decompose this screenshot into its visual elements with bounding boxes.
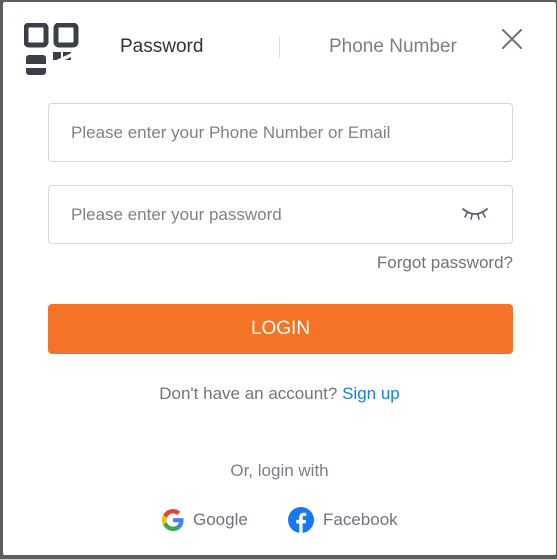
- signup-prompt-text: Don't have an account?: [159, 384, 338, 403]
- tab-password[interactable]: Password: [120, 36, 203, 58]
- facebook-login-button[interactable]: Facebook: [288, 507, 398, 533]
- forgot-password-link[interactable]: Forgot password?: [372, 253, 513, 273]
- close-icon[interactable]: [500, 27, 524, 51]
- social-login-heading: Or, login with: [230, 461, 329, 480]
- qr-code-icon[interactable]: [23, 22, 82, 81]
- google-label: Google: [193, 510, 248, 529]
- login-dialog: Password Phone Number Forgot password? L…: [3, 2, 556, 555]
- signup-prompt: Don't have an account? Sign up: [3, 384, 556, 404]
- signup-link[interactable]: Sign up: [342, 384, 400, 403]
- facebook-label: Facebook: [323, 510, 398, 529]
- google-icon: [162, 509, 184, 531]
- login-button[interactable]: LOGIN: [48, 304, 513, 354]
- google-login-button[interactable]: Google: [162, 507, 248, 533]
- facebook-icon: [288, 507, 314, 533]
- password-input[interactable]: [71, 186, 451, 243]
- account-input[interactable]: [71, 104, 451, 161]
- tab-phone-number[interactable]: Phone Number: [329, 36, 457, 58]
- tab-divider: [279, 36, 280, 58]
- eye-closed-icon[interactable]: [461, 206, 489, 222]
- account-field: [48, 103, 513, 162]
- password-field: [48, 185, 513, 244]
